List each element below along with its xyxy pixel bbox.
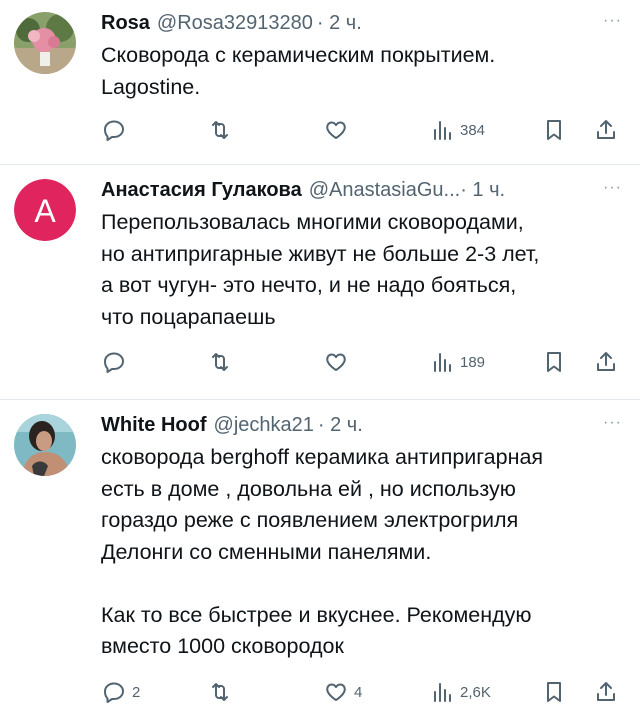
share-icon [597, 352, 615, 371]
tweet-text: сковорода berghoff керамика антипригарна… [101, 445, 544, 658]
views-icon [434, 121, 451, 140]
share-button[interactable] [594, 116, 618, 144]
timestamp[interactable]: · 2 ч. [318, 412, 363, 438]
share-button[interactable] [594, 678, 618, 706]
like-button[interactable]: 4 [324, 678, 362, 706]
views-icon [434, 683, 451, 702]
retweet-icon [212, 121, 228, 139]
retweet-icon [212, 353, 228, 371]
share-button[interactable] [594, 348, 618, 376]
retweet-button[interactable] [208, 678, 232, 706]
like-icon [326, 121, 346, 139]
reply-icon [104, 682, 124, 703]
author-handle[interactable]: @Rosa32913280 [157, 10, 313, 36]
views-count: 384 [460, 121, 486, 139]
bookmark-icon [547, 682, 561, 702]
views-count: 2,6K [460, 683, 491, 701]
share-icon [597, 682, 615, 701]
retweet-icon [212, 683, 228, 701]
views-button[interactable]: 384 [430, 116, 485, 144]
author-name[interactable]: Rosa [101, 10, 150, 36]
tweet-text: Сковорода с керамическим покрытием. Lago… [101, 43, 496, 99]
avatar[interactable] [14, 414, 76, 476]
more-icon[interactable]: ··· [603, 179, 622, 197]
author-handle[interactable]: @AnastasiaGu... [309, 177, 460, 203]
tweet[interactable]: White Hoof @jechka21 · 2 ч. ··· сковород… [0, 400, 640, 723]
avatar[interactable] [14, 12, 76, 74]
more-icon[interactable]: ··· [603, 12, 622, 30]
views-count: 189 [460, 353, 486, 371]
retweet-button[interactable] [208, 348, 232, 376]
action-bar: 189 [100, 348, 630, 376]
bookmark-button[interactable] [542, 678, 566, 706]
more-icon[interactable]: ··· [603, 414, 622, 432]
bookmark-icon [547, 120, 561, 140]
timestamp[interactable]: · 1 ч. [460, 177, 505, 203]
retweet-button[interactable] [208, 116, 232, 144]
tweet-header: Rosa @Rosa32913280 · 2 ч. [101, 10, 624, 36]
action-bar: 384 [100, 116, 630, 144]
action-bar: 2 4 2,6K [100, 678, 630, 706]
reply-button[interactable]: 2 [102, 678, 140, 706]
share-icon [597, 120, 615, 139]
like-button[interactable] [324, 348, 354, 376]
avatar-letter: A [34, 193, 56, 229]
bookmark-button[interactable] [542, 116, 566, 144]
views-button[interactable]: 189 [430, 348, 485, 376]
tweet-header: Анастасия Гулакова @AnastasiaGu... · 1 ч… [101, 177, 624, 203]
like-icon [326, 683, 346, 701]
views-icon [434, 353, 451, 372]
tweet-header: White Hoof @jechka21 · 2 ч. [101, 412, 624, 438]
author-name[interactable]: White Hoof [101, 412, 207, 438]
like-icon [326, 353, 346, 371]
reply-icon [104, 120, 124, 141]
author-handle[interactable]: @jechka21 [214, 412, 314, 438]
avatar[interactable]: A [14, 179, 76, 241]
author-name[interactable]: Анастасия Гулакова [101, 177, 302, 203]
reply-count: 2 [132, 683, 141, 701]
like-count: 4 [354, 683, 363, 701]
like-button[interactable] [324, 116, 354, 144]
tweet-text: Перепользовалась многими сковородами, но… [101, 210, 540, 329]
bookmark-icon [547, 352, 561, 372]
timestamp[interactable]: · 2 ч. [317, 10, 362, 36]
views-button[interactable]: 2,6K [430, 678, 491, 706]
bookmark-button[interactable] [542, 348, 566, 376]
tweet[interactable]: A Анастасия Гулакова @AnastasiaGu... · 1… [0, 165, 640, 400]
reply-button[interactable] [102, 348, 132, 376]
reply-button[interactable] [102, 116, 132, 144]
reply-icon [104, 352, 124, 373]
tweet[interactable]: Rosa @Rosa32913280 · 2 ч. ··· Сковорода … [0, 0, 640, 165]
